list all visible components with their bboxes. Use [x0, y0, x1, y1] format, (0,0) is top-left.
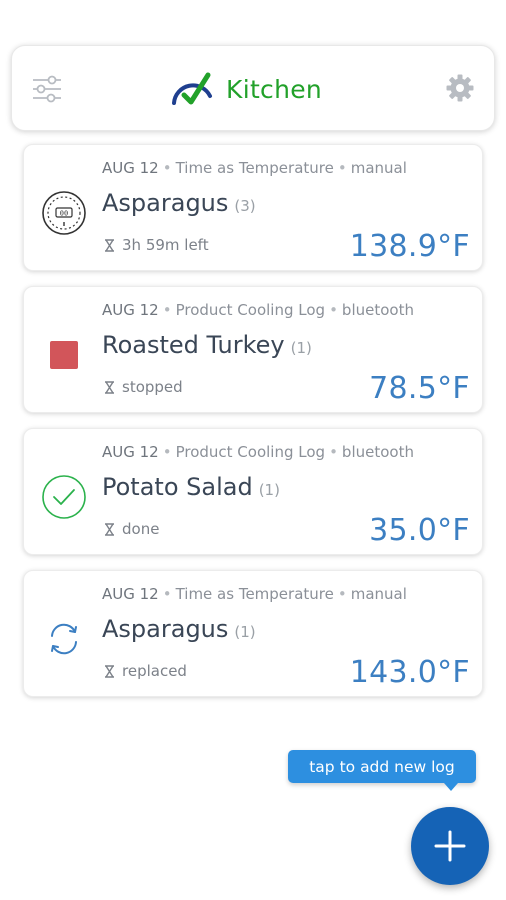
log-title-row: Potato Salad (1)	[102, 473, 280, 501]
log-date: AUG 12	[102, 159, 159, 177]
log-date: AUG 12	[102, 443, 159, 461]
kitchen-logo-icon	[172, 72, 212, 105]
log-source: manual	[350, 585, 407, 603]
svg-text:00: 00	[60, 210, 68, 218]
log-type: Time as Temperature	[175, 585, 334, 603]
log-status-icon	[40, 615, 88, 663]
hourglass-icon	[105, 664, 114, 678]
log-status-icon	[40, 331, 88, 379]
log-status: 3h 59m left	[104, 236, 209, 254]
filter-button[interactable]	[30, 72, 64, 106]
hourglass-icon	[105, 238, 114, 252]
hourglass-icon	[105, 522, 114, 536]
sliders-icon	[33, 75, 61, 103]
add-log-button[interactable]	[411, 807, 489, 885]
log-title: Asparagus	[102, 189, 229, 217]
log-status: stopped	[104, 378, 183, 396]
log-date: AUG 12	[102, 301, 159, 319]
log-title-row: Roasted Turkey (1)	[102, 331, 312, 359]
log-status-text: replaced	[122, 662, 187, 680]
log-card[interactable]: AUG 12 • Time as Temperature • manual Aspara…	[23, 570, 483, 697]
header-bar: Kitchen	[11, 45, 495, 131]
log-meta: AUG 12 • Time as Temperature • manual	[102, 159, 407, 177]
log-status-text: 3h 59m left	[122, 236, 209, 254]
brand: Kitchen	[170, 66, 322, 112]
log-source: bluetooth	[341, 301, 414, 319]
settings-button[interactable]	[444, 72, 476, 104]
add-log-tooltip: tap to add new log	[288, 750, 476, 783]
log-status: replaced	[104, 662, 187, 680]
log-card[interactable]: AUG 12 • Product Cooling Log • bluetooth Pot…	[23, 428, 483, 555]
plus-icon	[434, 830, 466, 862]
log-count: (1)	[234, 623, 256, 641]
replace-arrows-icon	[51, 623, 77, 655]
log-title-row: Asparagus (3)	[102, 189, 256, 217]
log-temperature: 35.0°F	[369, 513, 470, 548]
log-title: Asparagus	[102, 615, 229, 643]
stop-square-icon	[50, 341, 78, 369]
check-circle-icon	[42, 475, 86, 519]
log-card[interactable]: 00 AUG 12 • Time as Temperature • manual Asp…	[23, 144, 483, 271]
log-temperature: 78.5°F	[369, 371, 470, 406]
log-card[interactable]: AUG 12 • Product Cooling Log • bluetooth Roa…	[23, 286, 483, 413]
log-temperature: 143.0°F	[349, 655, 470, 690]
log-title-row: Asparagus (1)	[102, 615, 256, 643]
log-source: bluetooth	[341, 443, 414, 461]
log-count: (3)	[234, 197, 256, 215]
log-count: (1)	[258, 481, 280, 499]
log-status-icon: 00	[40, 189, 88, 237]
log-count: (1)	[290, 339, 312, 357]
gear-icon	[446, 74, 474, 102]
log-status-text: stopped	[122, 378, 183, 396]
tooltip-arrow	[444, 783, 458, 791]
timer-gauge-icon: 00	[42, 191, 86, 235]
log-type: Time as Temperature	[175, 159, 334, 177]
log-meta: AUG 12 • Product Cooling Log • bluetooth	[102, 301, 414, 319]
log-type: Product Cooling Log	[175, 443, 326, 461]
log-meta: AUG 12 • Product Cooling Log • bluetooth	[102, 443, 414, 461]
log-status: done	[104, 520, 159, 538]
log-temperature: 138.9°F	[349, 229, 470, 264]
log-status-text: done	[122, 520, 160, 538]
log-status-icon	[40, 473, 88, 521]
hourglass-icon	[105, 380, 114, 394]
log-source: manual	[350, 159, 407, 177]
log-title: Potato Salad	[102, 473, 253, 501]
log-type: Product Cooling Log	[175, 301, 326, 319]
log-meta: AUG 12 • Time as Temperature • manual	[102, 585, 407, 603]
log-title: Roasted Turkey	[102, 331, 285, 359]
log-date: AUG 12	[102, 585, 159, 603]
page-title: Kitchen	[226, 74, 323, 104]
